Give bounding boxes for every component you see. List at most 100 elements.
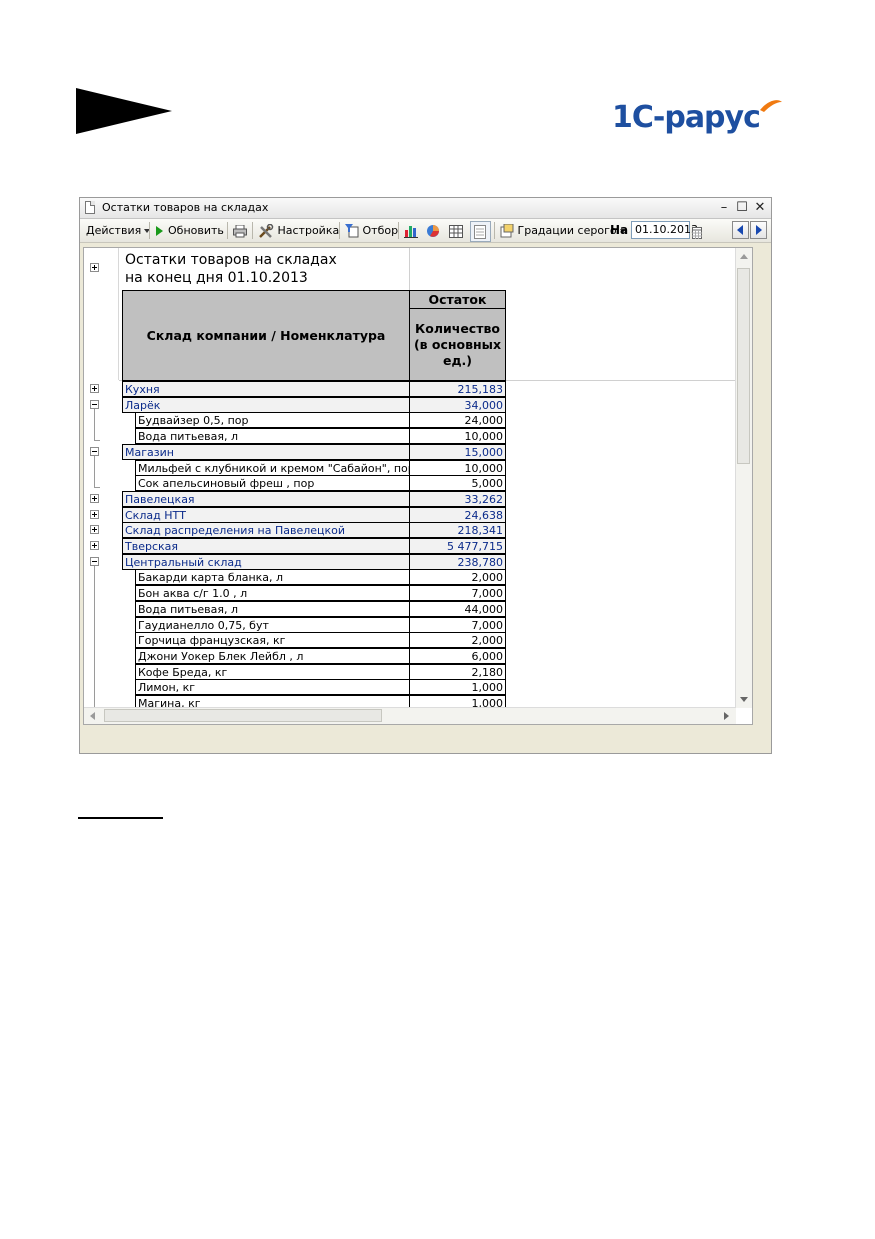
table-view-button[interactable] (449, 222, 463, 239)
row-name: Тверская (122, 538, 410, 554)
scroll-thumb[interactable] (104, 709, 382, 722)
date-prefix-label: На (610, 223, 629, 237)
calendar-icon (692, 227, 702, 239)
row-quantity: 7,000 (409, 585, 506, 601)
next-period-button[interactable] (750, 221, 767, 239)
report-title-line-2: на конец дня 01.10.2013 (125, 270, 308, 286)
row-name: Магазин (122, 444, 410, 460)
footer-divider (78, 817, 163, 819)
filter-label: Отбор (362, 224, 399, 237)
scroll-down-icon[interactable] (740, 697, 748, 702)
minimize-button[interactable]: – (716, 199, 732, 216)
printer-icon (233, 224, 247, 237)
row-quantity: 6,000 (409, 648, 506, 664)
row-name: Будвайзер 0,5, пор (135, 412, 410, 428)
report-spreadsheet[interactable]: Остатки товаров на складах на конец дня … (83, 247, 753, 725)
row-name: Кухня (122, 381, 410, 397)
calendar-button[interactable] (692, 224, 702, 241)
expand-group-toggle[interactable] (90, 510, 99, 519)
row-name: Гаудианелло 0,75, бут (135, 617, 410, 633)
row-quantity: 5 477,715 (409, 538, 506, 554)
scroll-up-icon[interactable] (740, 254, 748, 259)
expand-group-toggle[interactable] (90, 541, 99, 550)
logo-text: 1С-рарус (612, 100, 760, 135)
filter-button[interactable]: Отбор (345, 222, 398, 239)
page-view-button[interactable] (470, 221, 491, 242)
report-title-line-1: Остатки товаров на складах (125, 252, 337, 268)
row-name: Вода питьевая, л (135, 601, 410, 617)
expand-group-toggle[interactable] (90, 525, 99, 534)
column-header-name: Склад компании / Номенклатура (122, 290, 410, 381)
settings-label: Настройка (277, 224, 340, 237)
arrow-marker-icon (76, 88, 172, 134)
chart-button[interactable] (404, 222, 418, 239)
expand-group-toggle[interactable] (90, 384, 99, 393)
filter-icon (345, 224, 359, 238)
date-input[interactable]: 01.10.2013 (631, 221, 698, 239)
collapse-group-toggle[interactable] (90, 400, 99, 409)
tree-line (94, 409, 95, 440)
bar-chart-icon (404, 226, 418, 238)
refresh-button[interactable]: Обновить (156, 222, 224, 239)
row-name: Бакарди карта бланка, л (135, 569, 410, 585)
settings-button[interactable]: Настройка (258, 222, 339, 239)
page-icon (474, 225, 486, 239)
tree-line (94, 566, 95, 724)
palette-icon (500, 224, 514, 238)
row-name: Горчица французская, кг (135, 632, 410, 648)
report-title: Остатки товаров на складах на конец дня … (125, 251, 337, 287)
row-quantity: 1,000 (409, 679, 506, 695)
row-name: Центральный склад (122, 554, 410, 570)
close-button[interactable]: ✕ (752, 199, 768, 216)
actions-label: Действия (86, 224, 142, 237)
grayscale-label: Градации серого (517, 224, 617, 237)
collapse-group-toggle[interactable] (90, 557, 99, 566)
report-window: Остатки товаров на складах – ☐ ✕ Действи… (79, 197, 772, 754)
row-quantity: 215,183 (409, 381, 506, 397)
vertical-scrollbar[interactable] (735, 248, 752, 708)
arrow-right-icon (756, 225, 762, 235)
row-quantity: 2,180 (409, 664, 506, 680)
play-icon (156, 226, 163, 236)
prev-period-button[interactable] (732, 221, 749, 239)
expand-group-toggle[interactable] (90, 494, 99, 503)
row-quantity: 7,000 (409, 617, 506, 633)
arrow-left-icon (737, 225, 743, 235)
company-logo: 1С-рарус (612, 100, 782, 135)
collapse-group-toggle[interactable] (90, 447, 99, 456)
row-name: Сок апельсиновый фреш , пор (135, 475, 410, 491)
maximize-button[interactable]: ☐ (734, 199, 750, 216)
scroll-left-icon[interactable] (90, 712, 95, 720)
tree-line (94, 487, 100, 488)
window-title: Остатки товаров на складах (102, 201, 269, 214)
table-icon (449, 224, 463, 238)
row-name: Склад НТТ (122, 507, 410, 523)
expand-header-toggle[interactable] (90, 263, 99, 272)
row-quantity: 2,000 (409, 632, 506, 648)
row-quantity: 33,262 (409, 491, 506, 507)
row-name: Ларёк (122, 397, 410, 413)
tree-line (94, 440, 100, 441)
row-name: Кофе Бреда, кг (135, 664, 410, 680)
grayscale-dropdown[interactable]: Градации серого (500, 222, 626, 239)
row-quantity: 15,000 (409, 444, 506, 460)
document-icon (85, 201, 95, 214)
actions-menu[interactable]: Действия (86, 222, 151, 239)
column-group-header: Остаток (409, 290, 506, 309)
diagram-button[interactable] (426, 222, 440, 239)
scroll-right-icon[interactable] (724, 712, 729, 720)
row-name: Вода питьевая, л (135, 428, 410, 444)
horizontal-scrollbar[interactable] (84, 707, 736, 724)
row-quantity: 44,000 (409, 601, 506, 617)
row-quantity: 218,341 (409, 522, 506, 538)
row-name: Мильфей с клубникой и кремом "Сабайон", … (135, 460, 410, 476)
row-name: Лимон, кг (135, 679, 410, 695)
row-quantity: 24,000 (409, 412, 506, 428)
row-name: Джони Уокер Блек Лейбл , л (135, 648, 410, 664)
row-quantity: 34,000 (409, 397, 506, 413)
print-button[interactable] (233, 222, 247, 239)
window-titlebar: Остатки товаров на складах – ☐ ✕ (80, 198, 771, 219)
scroll-thumb[interactable] (737, 268, 750, 464)
tree-line (94, 456, 95, 487)
row-name: Павелецкая (122, 491, 410, 507)
